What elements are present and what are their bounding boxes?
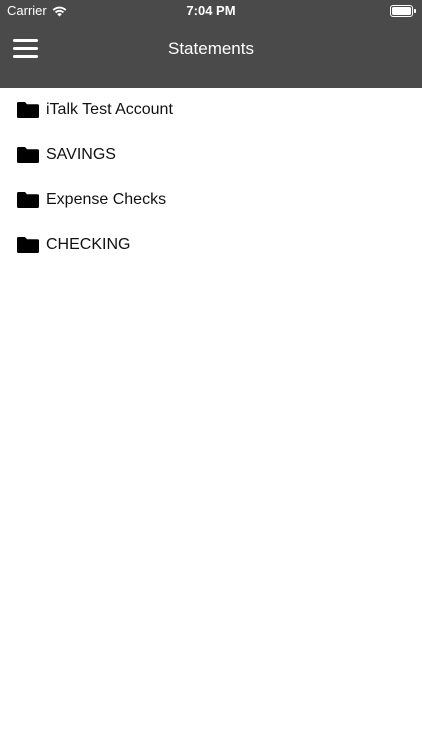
folder-label: Expense Checks — [46, 190, 167, 208]
status-bar: Carrier 7:04 PM — [0, 0, 422, 22]
folder-label: SAVINGS — [46, 145, 116, 163]
statement-folder-list: iTalk Test Account SAVINGS Expense Check… — [0, 88, 422, 267]
battery-full-icon — [390, 5, 416, 17]
statements-screen: Carrier 7:04 PM Statements iTalk Test Ac… — [0, 0, 422, 750]
folder-item-savings[interactable]: SAVINGS — [0, 132, 422, 177]
folder-icon — [17, 191, 39, 208]
navigation-bar: Statements — [0, 22, 422, 88]
folder-icon — [17, 146, 39, 163]
folder-item-checking[interactable]: CHECKING — [0, 222, 422, 267]
page-title: Statements — [168, 39, 254, 58]
folder-label: CHECKING — [46, 235, 131, 253]
folder-item-italk-test-account[interactable]: iTalk Test Account — [0, 88, 422, 132]
status-time: 7:04 PM — [186, 3, 236, 18]
folder-item-expense-checks[interactable]: Expense Checks — [0, 177, 422, 222]
folder-icon — [17, 236, 39, 253]
folder-icon — [17, 102, 39, 118]
folder-label: iTalk Test Account — [46, 101, 173, 118]
top-bar: Carrier 7:04 PM Statements — [0, 0, 422, 88]
